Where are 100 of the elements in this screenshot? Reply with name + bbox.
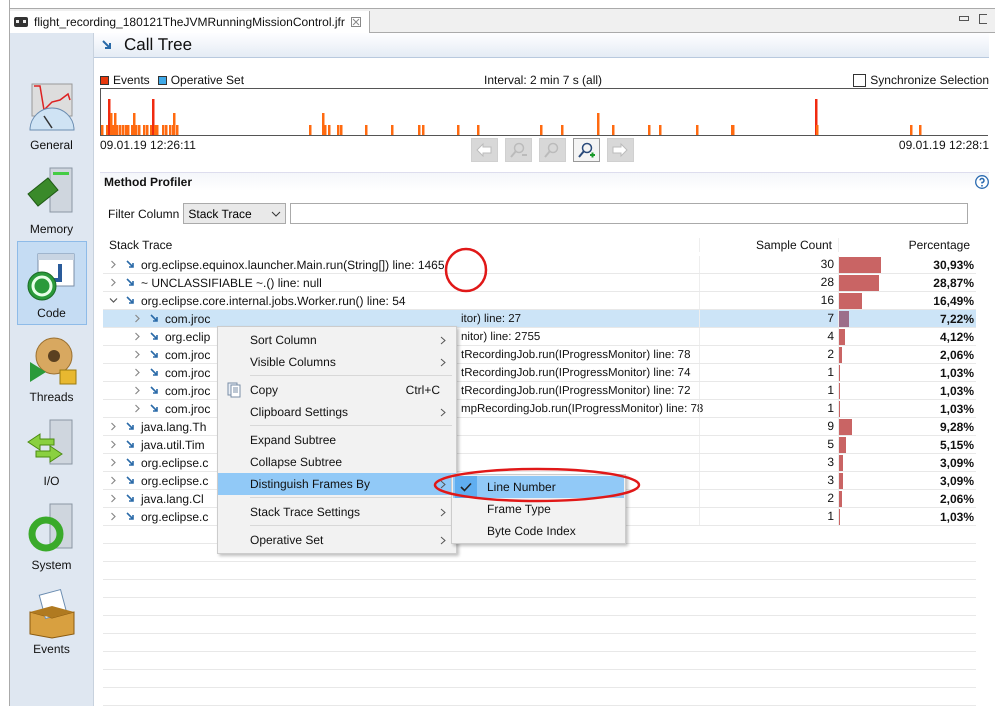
arrow-icon — [126, 422, 135, 431]
chevron-right-icon[interactable] — [133, 404, 142, 413]
filter-field[interactable] — [290, 203, 968, 224]
percentage-value: 9,28% — [940, 420, 975, 434]
help-icon[interactable] — [975, 175, 989, 189]
chevron-right-icon[interactable] — [133, 368, 142, 377]
chevron-down-icon — [271, 210, 282, 216]
sample-count: 30 — [699, 256, 838, 273]
sidebar-item[interactable]: Threads — [16, 325, 86, 409]
sidebar-item[interactable]: General — [16, 73, 86, 157]
maximize-icon[interactable] — [979, 14, 987, 24]
arrow-icon — [126, 458, 135, 467]
arrow-icon — [102, 40, 112, 50]
arrow-icon — [126, 296, 135, 305]
stack-frame: java.lang.Cl — [141, 492, 204, 506]
menu-item[interactable]: Byte Code Index — [453, 520, 624, 542]
arrow-icon — [150, 332, 159, 341]
percentage-value: 3,09% — [940, 456, 975, 470]
percentage-value: 1,03% — [940, 402, 975, 416]
menu-item[interactable]: Distinguish Frames By — [218, 473, 456, 495]
chevron-right-icon — [440, 480, 446, 488]
arrow-icon — [126, 512, 135, 521]
highlight-ellipse — [444, 248, 488, 292]
percentage-value: 7,22% — [940, 312, 975, 326]
left-arrow-icon — [475, 142, 494, 158]
stack-frame: nitor) line: 2755 — [461, 330, 540, 342]
sidebar-item[interactable]: Code — [16, 241, 86, 325]
table-row[interactable]: ~ UNCLASSIFIABLE ~.() line: null 28 28,87% — [103, 274, 976, 292]
chevron-right-icon[interactable] — [133, 332, 142, 341]
percentage-value: 4,12% — [940, 330, 975, 344]
percentage-value: 1,03% — [940, 510, 975, 524]
chevron-right-icon[interactable] — [133, 386, 142, 395]
menu-item[interactable]: Line Number — [453, 476, 624, 498]
column-header[interactable]: Stack Trace — [103, 238, 699, 252]
percentage-value: 2,06% — [940, 492, 975, 506]
stack-frame: com.jroc — [165, 312, 210, 326]
chevron-right-icon[interactable] — [109, 440, 118, 449]
chevron-right-icon[interactable] — [133, 350, 142, 359]
arrow-icon — [126, 260, 135, 269]
sidebar-item[interactable]: I/O — [16, 409, 86, 493]
chevron-right-icon[interactable] — [109, 260, 118, 269]
arrow-icon — [150, 404, 159, 413]
stack-frame: org.eclipse.c — [141, 510, 208, 524]
sidebar-item[interactable]: System — [16, 493, 86, 577]
chevron-right-icon — [440, 508, 446, 516]
chevron-right-icon[interactable] — [109, 458, 118, 467]
percentage-value: 28,87% — [933, 276, 975, 290]
stack-frame: com.jroc — [165, 384, 210, 398]
chevron-right-icon[interactable] — [109, 278, 118, 287]
sample-count: 3 — [699, 454, 838, 471]
minimize-icon[interactable] — [959, 16, 969, 22]
stack-frame: org.eclipse.c — [141, 456, 208, 470]
arrow-icon — [126, 278, 135, 287]
column-header[interactable]: Percentage — [838, 238, 976, 252]
stack-frame: com.jroc — [165, 366, 210, 380]
sample-count: 1 — [699, 508, 838, 525]
menu-item[interactable]: Collapse Subtree — [218, 451, 456, 473]
chevron-right-icon[interactable] — [133, 314, 142, 323]
stack-frame: ~ UNCLASSIFIABLE ~.() line: null — [141, 276, 322, 290]
close-icon[interactable] — [350, 17, 361, 27]
arrow-icon — [126, 440, 135, 449]
sidebar-item[interactable]: Events — [16, 577, 86, 661]
chevron-right-icon[interactable] — [109, 494, 118, 503]
percentage-value: 30,93% — [933, 258, 975, 272]
zoom-out-icon — [509, 142, 528, 158]
arrow-icon — [150, 386, 159, 395]
stack-frame: tRecordingJob.run(IProgressMonitor) line: 74 — [461, 366, 690, 378]
filter-dropdown[interactable]: Stack Trace — [183, 203, 286, 224]
chevron-down-icon[interactable] — [109, 296, 118, 305]
filter-label: Filter Column — [108, 206, 180, 220]
chevron-right-icon — [440, 336, 446, 344]
sample-count: 4 — [699, 328, 838, 345]
page-title: Call Tree — [124, 35, 192, 55]
table-row[interactable]: com.jroc itor) line: 27 7 7,22% — [103, 310, 976, 328]
column-header[interactable]: Sample Count — [699, 238, 838, 252]
percentage-value: 2,06% — [940, 348, 975, 362]
chevron-right-icon[interactable] — [109, 422, 118, 431]
sample-count: 2 — [699, 346, 838, 363]
stack-frame: org.eclipse.c — [141, 474, 208, 488]
sample-count: 1 — [699, 364, 838, 381]
legend-label: Operative Set — [170, 73, 244, 87]
chevron-right-icon — [440, 536, 446, 544]
stack-frame: java.lang.Th — [141, 420, 206, 434]
legend-label: Events — [113, 73, 150, 87]
interval-label: Interval: 2 min 7 s (all) — [484, 73, 604, 87]
sample-count: 5 — [699, 436, 838, 453]
percentage-value: 1,03% — [940, 366, 975, 380]
synchronize-checkbox[interactable]: Synchronize Selection — [853, 73, 989, 87]
sample-count: 3 — [699, 472, 838, 489]
chevron-right-icon[interactable] — [109, 476, 118, 485]
editor-tab[interactable]: flight_recording_180121TheJVMRunningMissionControl.jfr — [10, 11, 370, 33]
sample-count: 16 — [699, 292, 838, 309]
section-title: Method Profiler — [104, 175, 192, 189]
sidebar-item[interactable]: Memory — [16, 157, 86, 241]
menu-item[interactable]: Frame Type — [453, 498, 624, 520]
timeline-nav-button[interactable] — [572, 138, 600, 162]
table-row[interactable]: org.eclipse.equinox.launcher.Main.run(String[]) line: 1465 30 30,93% — [103, 256, 976, 274]
chevron-right-icon[interactable] — [109, 512, 118, 521]
stack-frame: tRecordingJob.run(IProgressMonitor) line: 78 — [461, 348, 690, 360]
arrow-icon — [150, 368, 159, 377]
